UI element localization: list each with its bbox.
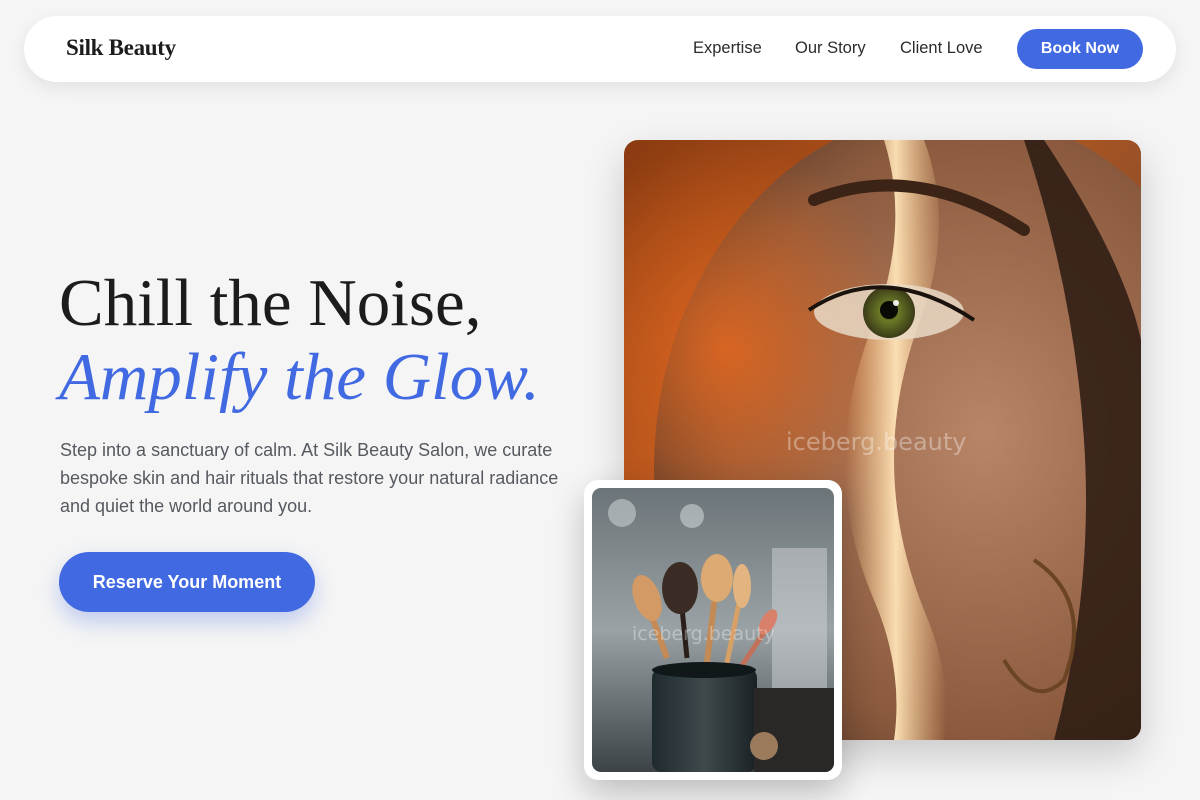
brushes-photo-graphic: iceberg.beauty <box>592 488 834 772</box>
brand-logo[interactable]: Silk Beauty <box>66 35 176 61</box>
hero-title: Chill the Noise, Amplify the Glow. <box>59 266 540 414</box>
secondary-photo-card: iceberg.beauty <box>584 480 842 780</box>
hero-description: Step into a sanctuary of calm. At Silk B… <box>60 440 559 516</box>
nav-link-our-story[interactable]: Our Story <box>795 39 866 58</box>
hero-title-accent: Amplify the Glow. <box>59 340 540 414</box>
brushes-photo: iceberg.beauty <box>592 488 834 772</box>
hero-title-line1: Chill the Noise, <box>59 266 482 340</box>
book-now-button[interactable]: Book Now <box>1017 29 1143 69</box>
nav-link-expertise[interactable]: Expertise <box>693 39 762 58</box>
secondary-photo-watermark: iceberg.beauty <box>632 623 775 645</box>
reserve-moment-button[interactable]: Reserve Your Moment <box>59 552 315 612</box>
top-navbar: Silk Beauty Expertise Our Story Client L… <box>24 16 1176 82</box>
main-photo-watermark: iceberg.beauty <box>786 428 966 456</box>
nav-link-client-love[interactable]: Client Love <box>900 39 983 58</box>
